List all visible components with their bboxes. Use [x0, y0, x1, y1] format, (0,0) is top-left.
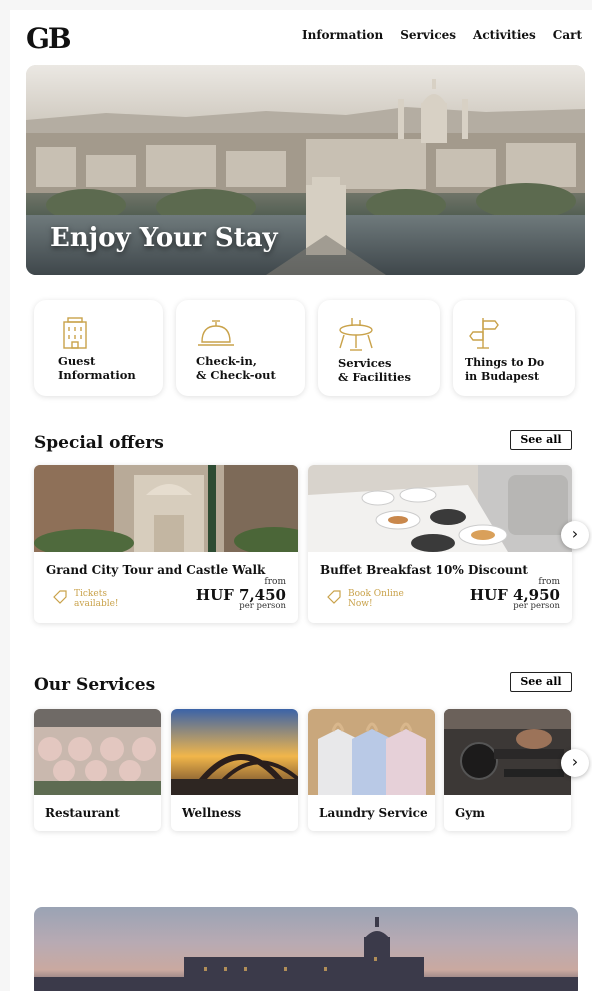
offer-badge-text: Tickets available! — [74, 589, 119, 609]
our-services-see-all-button[interactable]: See all — [510, 672, 572, 692]
quick-link-label: Check-in, & Check-out — [196, 354, 276, 382]
header: GB Information Services Activities Cart — [10, 10, 592, 62]
logo[interactable]: GB — [26, 22, 72, 55]
offer-title: Buffet Breakfast 10% Discount — [320, 563, 528, 577]
hero-title: Enjoy Your Stay — [50, 223, 278, 253]
service-card-wellness[interactable]: Wellness — [171, 709, 298, 831]
main-nav: Information Services Activities Cart — [302, 28, 582, 42]
service-image-laundry — [308, 709, 435, 795]
ticket-tag-icon — [53, 590, 67, 604]
quick-link-guest-information[interactable]: Guest Information — [34, 300, 163, 396]
offers-next-button[interactable]: › — [561, 521, 589, 549]
quick-link-things-to-do[interactable]: Things to Do in Budapest — [453, 300, 575, 396]
banner-image-castle — [34, 917, 578, 991]
offer-badge: Book Online Now! — [326, 589, 408, 609]
service-card-gym[interactable]: Gym — [444, 709, 571, 831]
offer-badge-text: Book Online Now! — [348, 589, 404, 609]
chevron-right-icon: › — [571, 752, 579, 771]
service-image-wellness — [171, 709, 298, 795]
offer-title: Grand City Tour and Castle Walk — [46, 563, 266, 577]
offer-badge: Tickets available! — [52, 589, 134, 609]
offer-card-buffet-breakfast[interactable]: Buffet Breakfast 10% Discount Book Onlin… — [308, 465, 572, 623]
quick-link-check-in[interactable]: Check-in, & Check-out — [176, 300, 305, 396]
nav-cart[interactable]: Cart — [553, 28, 582, 42]
quick-link-label: Things to Do in Budapest — [465, 356, 545, 383]
offer-per-person: per person — [513, 601, 560, 611]
quick-link-services-facilities[interactable]: Services & Facilities — [318, 300, 440, 396]
dining-table-icon — [339, 318, 373, 351]
offer-per-person: per person — [239, 601, 286, 611]
signpost-icon — [469, 318, 499, 349]
service-image-restaurant — [34, 709, 161, 795]
service-label: Gym — [455, 806, 485, 820]
offer-image-city-tour — [34, 465, 298, 552]
services-next-button[interactable]: › — [561, 749, 589, 777]
service-label: Restaurant — [45, 806, 120, 820]
ticket-tag-icon — [327, 590, 341, 604]
service-label: Laundry Service — [319, 806, 428, 820]
special-offers-title: Special offers — [34, 433, 164, 453]
our-services-title: Our Services — [34, 675, 156, 695]
service-card-laundry[interactable]: Laundry Service — [308, 709, 435, 831]
page: GB Information Services Activities Cart — [10, 10, 592, 991]
service-card-restaurant[interactable]: Restaurant — [34, 709, 161, 831]
nav-activities[interactable]: Activities — [473, 28, 536, 42]
special-offers-see-all-button[interactable]: See all — [510, 430, 572, 450]
nav-services[interactable]: Services — [400, 28, 456, 42]
reception-bell-icon — [198, 320, 234, 346]
hero-banner: Enjoy Your Stay — [26, 65, 585, 275]
quick-link-label: Guest Information — [58, 354, 136, 382]
service-image-gym — [444, 709, 571, 795]
bottom-banner — [34, 907, 578, 991]
service-label: Wellness — [182, 806, 242, 820]
building-icon — [63, 317, 87, 349]
offer-card-city-tour[interactable]: Grand City Tour and Castle Walk Tickets … — [34, 465, 298, 623]
nav-information[interactable]: Information — [302, 28, 383, 42]
offer-image-breakfast — [308, 465, 572, 552]
chevron-right-icon: › — [571, 524, 579, 543]
quick-link-label: Services & Facilities — [338, 356, 411, 384]
